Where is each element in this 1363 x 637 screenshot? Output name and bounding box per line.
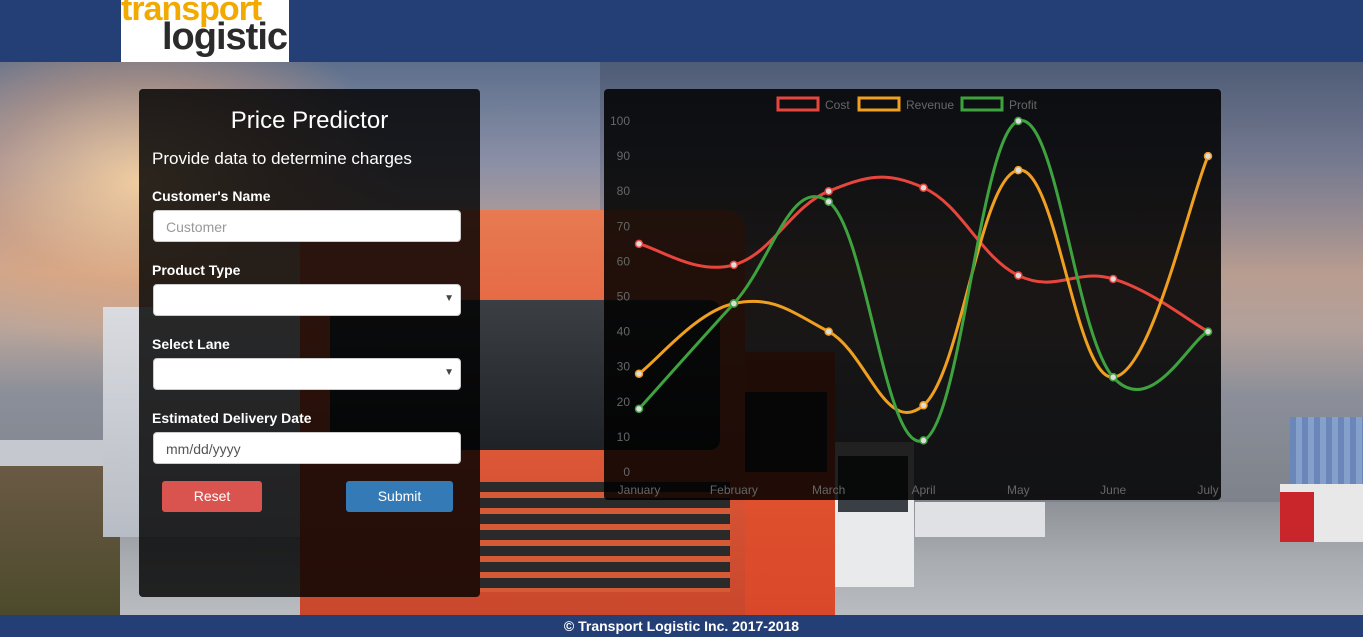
legend-swatch-profit [960,96,1004,112]
x-tick-label: June [1100,483,1126,497]
select-lane-label: Select Lane [152,336,230,352]
series-line-revenue [638,155,1210,414]
y-tick-label: 100 [610,114,630,128]
data-point-profit [824,197,833,206]
submit-button[interactable]: Submit [346,481,453,512]
legend-label-profit: Profit [1009,98,1038,112]
data-point-cost [919,183,928,192]
x-tick-label: July [1197,483,1218,497]
x-tick-label: April [911,483,935,497]
y-tick-label: 90 [617,149,631,163]
form-title: Price Predictor [230,107,389,134]
transport-logistic-logo[interactable]: transport logistic [121,0,289,62]
y-tick-label: 40 [617,325,631,339]
top-header-bar: transport logistic [0,0,1363,62]
y-tick-label: 30 [617,360,631,374]
chevron-down-icon: ▼ [444,367,454,378]
y-tick-label: 80 [617,184,631,198]
legend-swatch-cost [776,96,820,112]
delivery-date-label: Estimated Delivery Date [152,410,312,426]
data-point-revenue [919,401,928,410]
data-point-cost [729,260,739,270]
y-tick-label: 20 [617,395,631,409]
x-tick-label: February [710,483,758,497]
data-point-profit [1014,116,1023,126]
delivery-date-input[interactable]: mm/dd/yyyy [153,432,461,464]
y-tick-label: 50 [617,290,631,304]
data-point-profit [1203,327,1213,336]
data-point-revenue [1014,165,1023,175]
data-point-profit [634,404,644,414]
customer-name-placeholder: Customer [166,219,227,235]
data-point-revenue [824,327,833,336]
data-point-cost [1014,271,1023,280]
y-tick-label: 10 [617,430,631,444]
y-tick-label: 70 [617,219,631,233]
line-chart: 0 10 20 30 40 50 60 70 80 90 100 January February Mar… [610,96,1219,497]
product-type-label: Product Type [152,262,241,278]
form-subtitle: Provide data to determine charges [152,149,412,168]
x-tick-label: May [1007,483,1030,497]
data-point-cost [634,239,644,249]
customer-name-label: Customer's Name [152,188,271,204]
y-tick-label: 60 [617,254,631,268]
data-point-revenue [634,369,644,378]
delivery-date-placeholder: mm/dd/yyyy [166,441,241,457]
logo-text-logistic: logistic [162,16,288,58]
data-point-cost [824,186,833,196]
product-type-select[interactable]: ▼ [153,284,461,316]
x-tick-label: March [812,483,845,497]
reset-button[interactable]: Reset [162,481,262,512]
legend-label-revenue: Revenue [906,98,954,112]
data-point-profit [1108,372,1118,382]
data-point-revenue [1203,151,1213,161]
data-point-cost [1108,274,1118,284]
footer-copyright: © Transport Logistic Inc. 2017-2018 [0,615,1363,637]
x-tick-label: January [618,483,661,497]
chevron-down-icon: ▼ [444,293,454,304]
price-chart-panel: 0 10 20 30 40 50 60 70 80 90 100 January February Mar… [604,89,1221,500]
customer-name-input[interactable]: Customer [153,210,461,242]
data-point-profit [919,436,928,445]
legend-swatch-revenue [857,96,901,112]
y-tick-label: 0 [623,465,630,479]
data-point-profit [729,299,739,308]
price-predictor-form: Price Predictor Provide data to determin… [139,89,480,597]
series-line-cost [638,175,1209,333]
legend-label-cost: Cost [825,98,850,112]
select-lane-select[interactable]: ▼ [153,358,461,390]
